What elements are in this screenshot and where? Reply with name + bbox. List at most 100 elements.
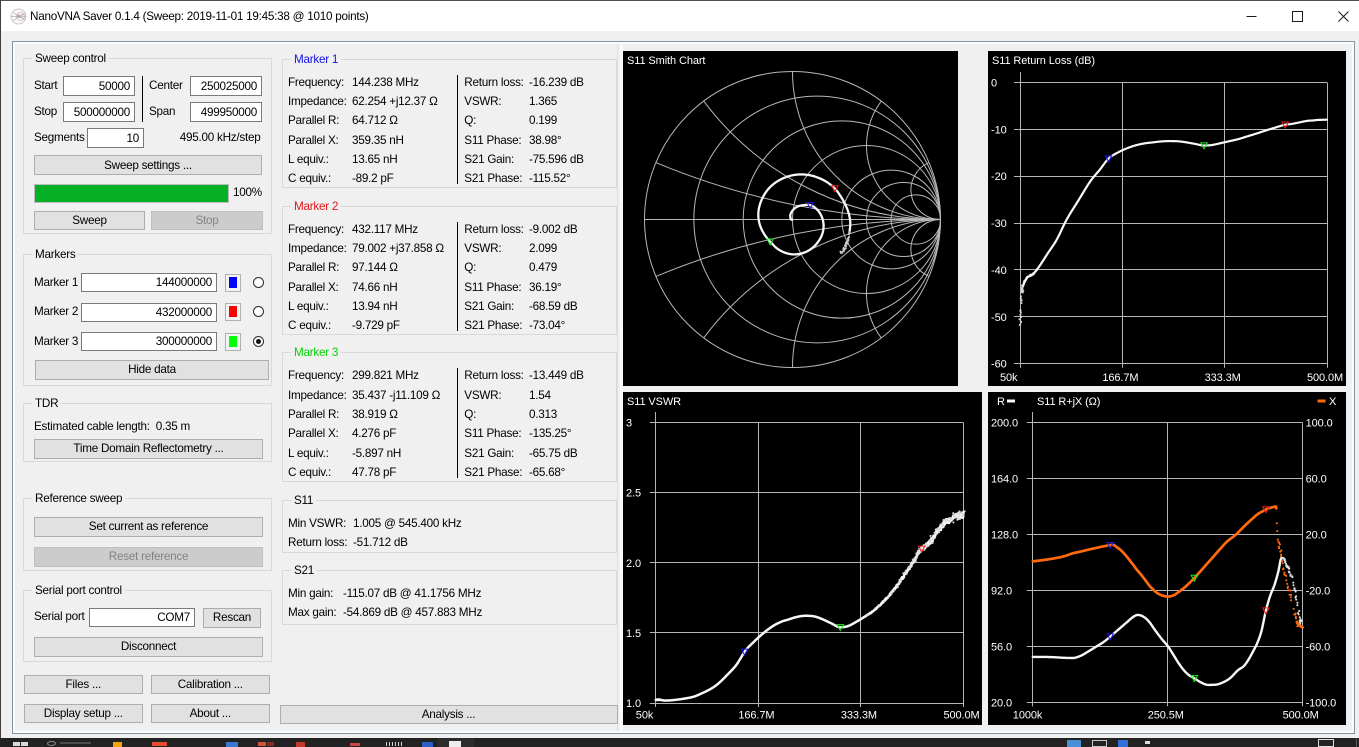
svg-text:-20.0: -20.0	[1306, 585, 1331, 597]
analysis-button[interactable]: Analysis ...	[279, 705, 618, 724]
pinned-icon-6[interactable]	[296, 742, 305, 747]
s21-stats-box: S21 Min gain: -115.07 dB @ 41.1756 MHz Max …	[282, 563, 617, 625]
tray-icon-4[interactable]	[1145, 741, 1150, 744]
chart-return-loss[interactable]: S11 Return Loss (dB) 0 -10 -20 -30 -40 -50 -60 5…	[988, 51, 1346, 386]
sweep-button[interactable]: Sweep	[34, 211, 145, 230]
center-input[interactable]: 250025000	[190, 76, 262, 96]
tdr-button[interactable]: Time Domain Reflectometry ...	[34, 439, 263, 459]
serial-port-input[interactable]: COM7	[89, 608, 195, 627]
close-button[interactable]	[1320, 2, 1359, 31]
m3-left-label: C equiv.:	[288, 465, 332, 479]
sweep-settings-button[interactable]: Sweep settings ...	[34, 155, 262, 175]
pinned-icon-1[interactable]	[113, 742, 122, 747]
start-input[interactable]: 50000	[63, 76, 135, 96]
show-desktop-divider[interactable]	[1356, 738, 1357, 747]
svg-text:500.0M: 500.0M	[1307, 372, 1343, 384]
m2-left-label: Parallel X:	[288, 280, 339, 294]
s11-stats-box-title: S11	[291, 494, 317, 508]
m1-right-label: S11 Phase:	[464, 133, 522, 147]
marker-1-radio[interactable]	[252, 276, 264, 288]
rescan-button[interactable]: Rescan	[203, 608, 261, 628]
s21-stat-label: Max gain:	[288, 605, 337, 619]
m2-left-value: 13.94 nH	[352, 299, 398, 313]
marker-2-color-button[interactable]	[225, 303, 241, 321]
minimize-button[interactable]	[1228, 2, 1274, 31]
m2-right-label: S21 Gain:	[464, 299, 515, 313]
m3-left-value: -5.897 nH	[352, 446, 402, 460]
files-button[interactable]: Files ...	[23, 674, 143, 694]
chart-rx[interactable]: R S11 R+jX (Ω) X 200.0 164.0 128.0 92.0 56.0 20.…	[988, 392, 1346, 725]
set-reference-button[interactable]: Set current as reference	[34, 517, 263, 537]
window-title: NanoVNA Saver 0.1.4 (Sweep: 2019-11-01 1…	[30, 10, 369, 23]
m3-right-value: -65.68°	[529, 465, 566, 479]
marker-1-frequency-input[interactable]: 144000000	[81, 273, 217, 292]
marker-3-color-button[interactable]	[225, 332, 241, 351]
center-label: Center	[149, 79, 183, 92]
start-icon-2[interactable]	[21, 742, 28, 746]
active-task-icon[interactable]	[449, 741, 461, 747]
marker-2-frequency-input[interactable]: 432000000	[81, 302, 217, 322]
serial-port-group-title: Serial port control	[32, 584, 125, 597]
hide-data-button[interactable]: Hide data	[35, 360, 269, 380]
m2-left-label: Impedance:	[288, 241, 347, 255]
m1-right-label: S21 Gain:	[464, 153, 515, 167]
m2-left-label: L equiv.:	[288, 299, 329, 313]
s11-stat-label: Min VSWR:	[288, 516, 347, 530]
maximize-button[interactable]	[1274, 2, 1320, 31]
display-setup-button[interactable]: Display setup ...	[23, 703, 143, 723]
m3-right-label: Return loss:	[464, 369, 524, 383]
pinned-icon-2[interactable]	[152, 742, 167, 746]
svg-text:166.7M: 166.7M	[738, 710, 774, 722]
action-center-icon[interactable]	[1318, 739, 1334, 747]
marker-3-frequency-input[interactable]: 300000000	[81, 332, 217, 351]
svg-text:1.0: 1.0	[626, 698, 641, 710]
m3-left-label: Parallel R:	[288, 407, 340, 421]
chart-vswr-svg: S11 VSWR 3 2.5 2.0 1.5 1.050k 166.7M 333.3M 500.…	[626, 396, 980, 722]
marker-3-radio[interactable]	[252, 335, 264, 347]
svg-text:1000k: 1000k	[1013, 710, 1043, 722]
pinned-icon-4[interactable]	[258, 742, 266, 746]
pinned-icon-9[interactable]	[422, 742, 433, 747]
m1-left-value: 62.254 +j12.37 Ω	[352, 95, 438, 109]
marker-2-radio[interactable]	[252, 306, 264, 317]
sweep-control-group-title: Sweep control	[32, 52, 109, 65]
segments-input[interactable]: 10	[87, 128, 144, 148]
span-label: Span	[149, 105, 176, 118]
svg-text:56.0: 56.0	[991, 641, 1012, 653]
svg-text:3: 3	[626, 418, 632, 430]
pinned-icon-5[interactable]	[267, 742, 274, 746]
svg-text:20.0: 20.0	[1306, 529, 1327, 541]
svg-text:X: X	[1329, 396, 1337, 408]
search-text[interactable]	[60, 742, 91, 744]
taskbar[interactable]	[0, 738, 1359, 747]
pinned-icon-3[interactable]	[226, 742, 238, 747]
chart-return-loss-svg: S11 Return Loss (dB)0-10-20-30-40-50-605…	[991, 55, 1343, 384]
span-input[interactable]: 499950000	[190, 102, 262, 122]
m1-separator	[457, 74, 459, 185]
m3-left-value: 299.821 MHz	[352, 369, 419, 383]
start-icon[interactable]	[13, 742, 20, 746]
m1-left-label: Impedance:	[288, 95, 347, 109]
tray-icon-2[interactable]	[1092, 740, 1107, 747]
tray-icon-3[interactable]	[1118, 740, 1128, 747]
m1-left-label: L equiv.:	[288, 153, 329, 167]
chart-smith[interactable]: S11 Smith Chart	[623, 51, 958, 386]
svg-text:-100.0: -100.0	[1306, 697, 1337, 709]
about-button[interactable]: About ...	[150, 703, 270, 723]
chart-vswr[interactable]: S11 VSWR 3 2.5 2.0 1.5 1.0 50k 166.7M 333.3M 500.…	[623, 392, 982, 725]
pinned-icon-8[interactable]	[386, 742, 402, 746]
svg-text:500.0M: 500.0M	[1283, 710, 1319, 722]
cortana-icon[interactable]	[47, 741, 56, 746]
chart-rx-svg: R S11 R+jX (Ω) X 200.0 164.0 128.0 92.0 56.0 20.…	[991, 396, 1337, 722]
disconnect-button[interactable]: Disconnect	[34, 637, 263, 657]
m2-left-value: 79.002 +j37.858 Ω	[352, 241, 444, 255]
svg-text:1.5: 1.5	[626, 628, 641, 640]
markers-group-title: Markers	[32, 248, 79, 261]
tray-icon-1[interactable]	[1067, 740, 1081, 747]
m3-right-label: S21 Phase:	[464, 465, 523, 479]
stop-input[interactable]: 500000000	[63, 102, 135, 122]
pinned-icon-7[interactable]	[350, 743, 360, 746]
m1-left-value: 64.712 Ω	[352, 114, 398, 128]
calibration-button[interactable]: Calibration ...	[150, 674, 270, 694]
marker-1-color-button[interactable]	[225, 273, 241, 292]
